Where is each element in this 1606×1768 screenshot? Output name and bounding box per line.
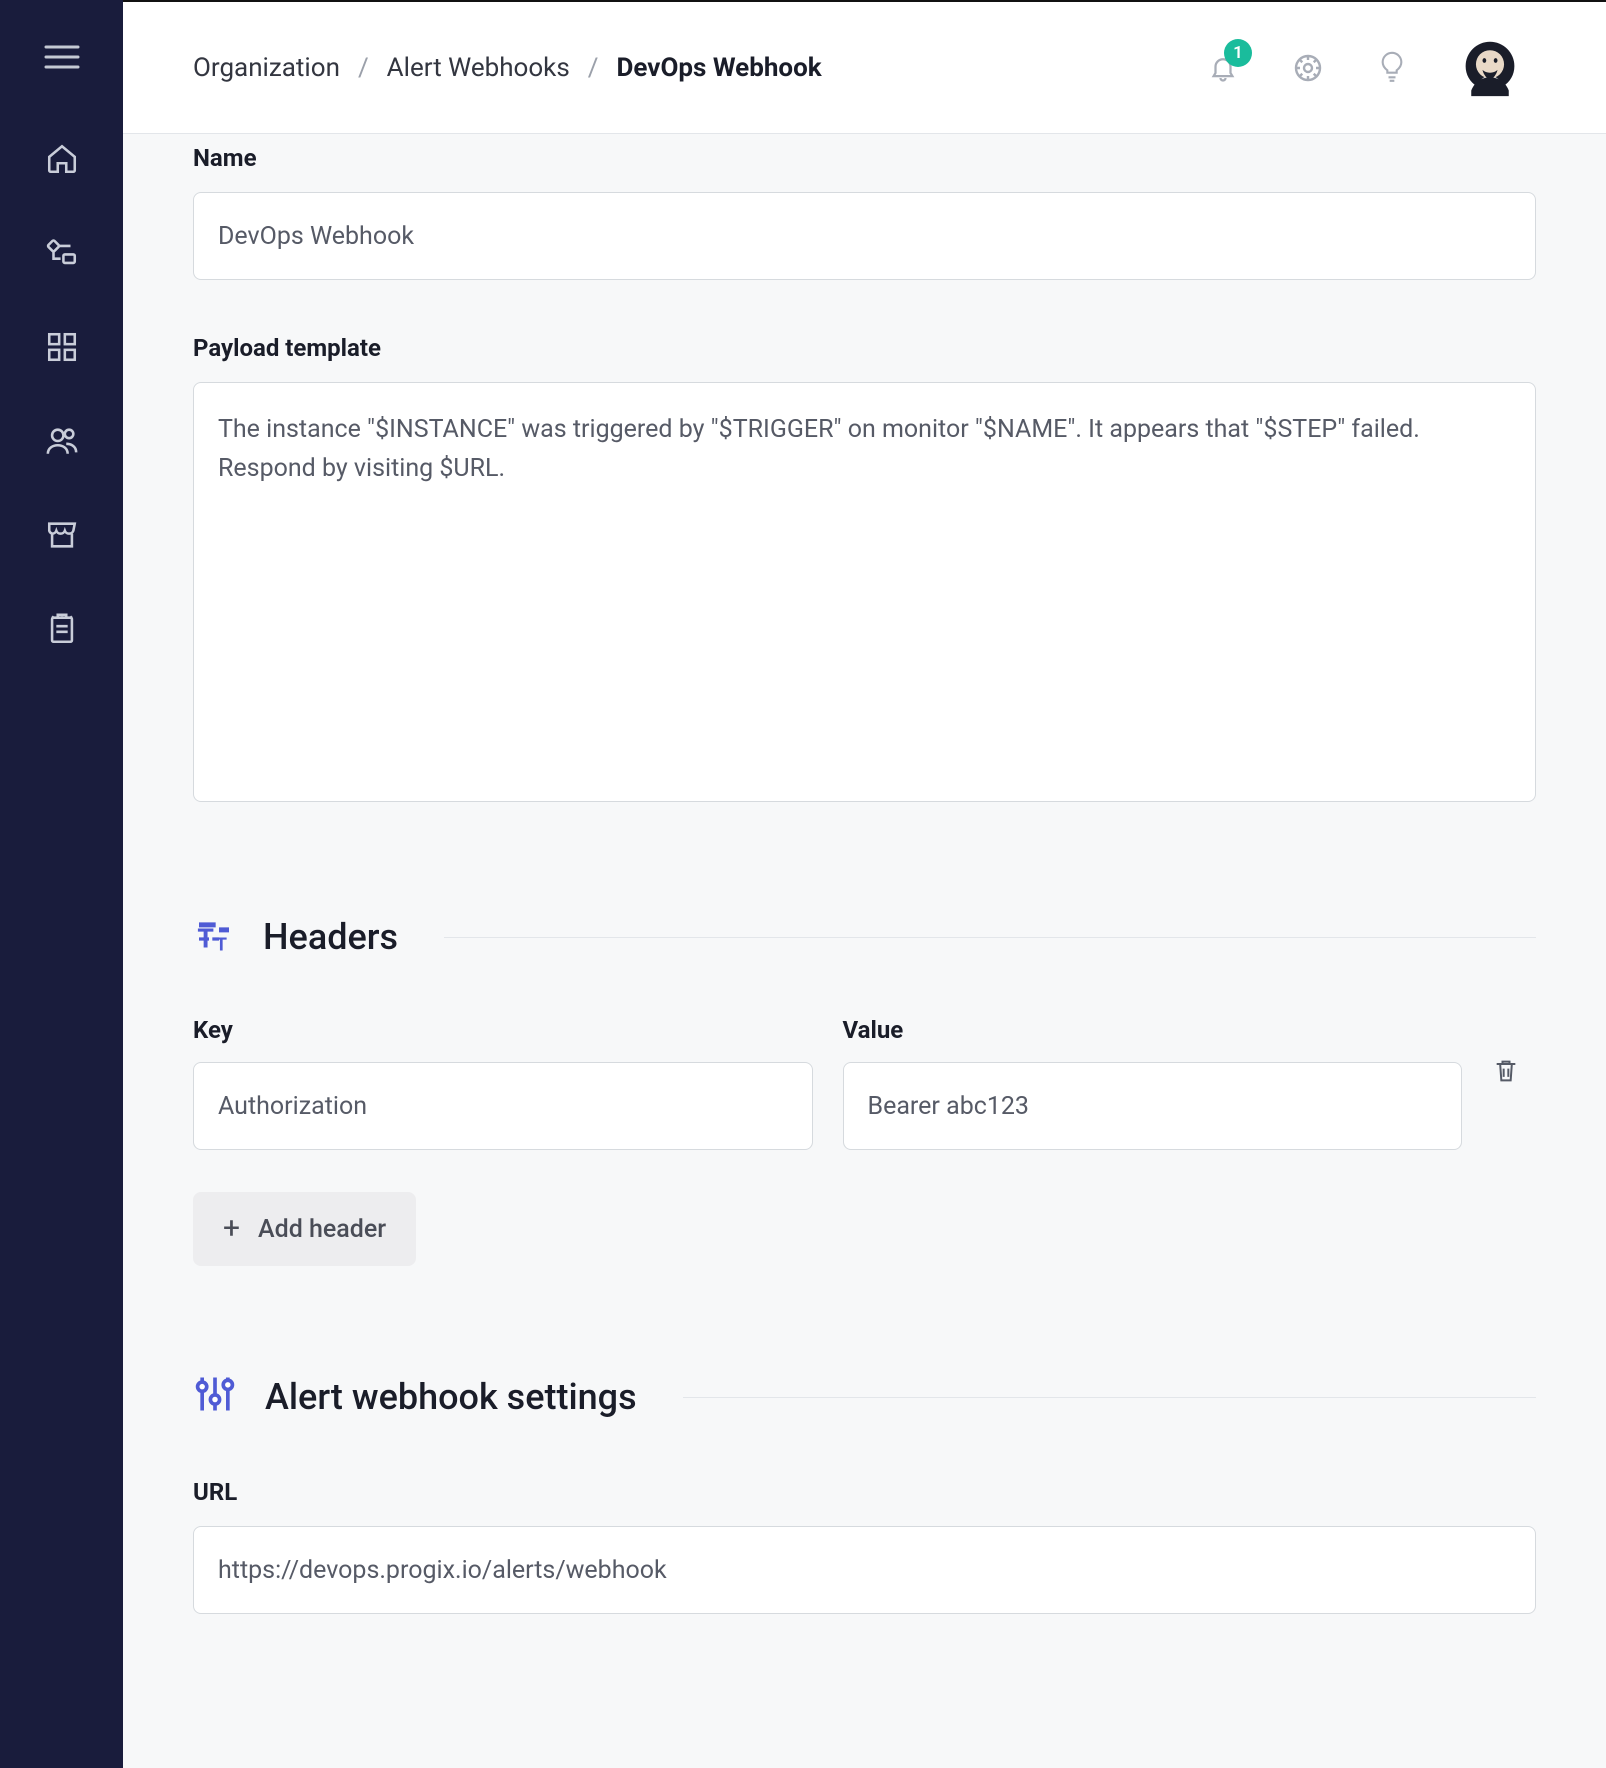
headers-section: T T Headers Key Value	[193, 914, 1536, 1266]
divider	[683, 1397, 1536, 1398]
lightbulb-icon	[1378, 51, 1406, 85]
headers-title: Headers	[263, 916, 398, 958]
avatar-icon	[1460, 38, 1520, 98]
divider	[444, 937, 1536, 938]
users-icon	[45, 424, 79, 458]
nav-marketplace[interactable]	[45, 518, 79, 552]
headers-icon: T T	[193, 914, 235, 960]
payload-template-label: Payload template	[193, 334, 1536, 362]
header-key-input[interactable]	[193, 1062, 813, 1150]
add-header-button[interactable]: + Add header	[193, 1192, 416, 1266]
notifications-button[interactable]: 1	[1208, 53, 1238, 83]
menu-toggle[interactable]	[44, 44, 80, 70]
svg-text:T: T	[216, 935, 227, 954]
breadcrumbs: Organization / Alert Webhooks / DevOps W…	[193, 53, 822, 83]
delete-header-button[interactable]	[1492, 1056, 1520, 1092]
nav-home[interactable]	[45, 142, 79, 176]
breadcrumb-organization[interactable]: Organization	[193, 53, 340, 83]
trash-icon	[1492, 1056, 1520, 1086]
gear-icon	[1292, 52, 1324, 84]
settings-title: Alert webhook settings	[265, 1376, 637, 1418]
notification-badge: 1	[1224, 39, 1252, 67]
store-icon	[45, 518, 79, 552]
grid-icon	[45, 330, 79, 364]
svg-text:T: T	[197, 922, 214, 954]
settings-section: Alert webhook settings URL	[193, 1372, 1536, 1614]
header-key-label: Key	[193, 1016, 813, 1044]
nav-logs[interactable]	[45, 612, 79, 646]
header-value-input[interactable]	[843, 1062, 1463, 1150]
hamburger-icon	[44, 44, 80, 70]
help-button[interactable]	[1378, 51, 1406, 85]
header-row: Key Value	[193, 1016, 1536, 1150]
nav-components[interactable]	[45, 330, 79, 364]
plus-icon: +	[223, 1214, 240, 1244]
nav-customers[interactable]	[45, 424, 79, 458]
breadcrumb-current: DevOps Webhook	[617, 53, 822, 83]
home-icon	[45, 142, 79, 176]
add-header-label: Add header	[258, 1215, 386, 1244]
content-area: Name Payload template T T Headers	[123, 134, 1606, 1674]
settings-button[interactable]	[1292, 52, 1324, 84]
user-menu[interactable]	[1460, 38, 1520, 98]
settings-icon	[193, 1372, 237, 1422]
topbar: Organization / Alert Webhooks / DevOps W…	[123, 2, 1606, 134]
breadcrumb-separator: /	[588, 53, 599, 83]
breadcrumb-separator: /	[358, 53, 369, 83]
nav-integrations[interactable]	[45, 236, 79, 270]
clipboard-icon	[45, 612, 79, 646]
url-input[interactable]	[193, 1526, 1536, 1614]
header-value-label: Value	[843, 1016, 1463, 1044]
payload-template-textarea[interactable]	[193, 382, 1536, 802]
topbar-actions: 1	[1208, 38, 1520, 98]
breadcrumb-alert-webhooks[interactable]: Alert Webhooks	[387, 53, 570, 83]
name-input[interactable]	[193, 192, 1536, 280]
url-label: URL	[193, 1478, 1536, 1506]
flow-icon	[45, 236, 79, 270]
name-label: Name	[193, 144, 1536, 172]
sidebar	[0, 0, 123, 1768]
